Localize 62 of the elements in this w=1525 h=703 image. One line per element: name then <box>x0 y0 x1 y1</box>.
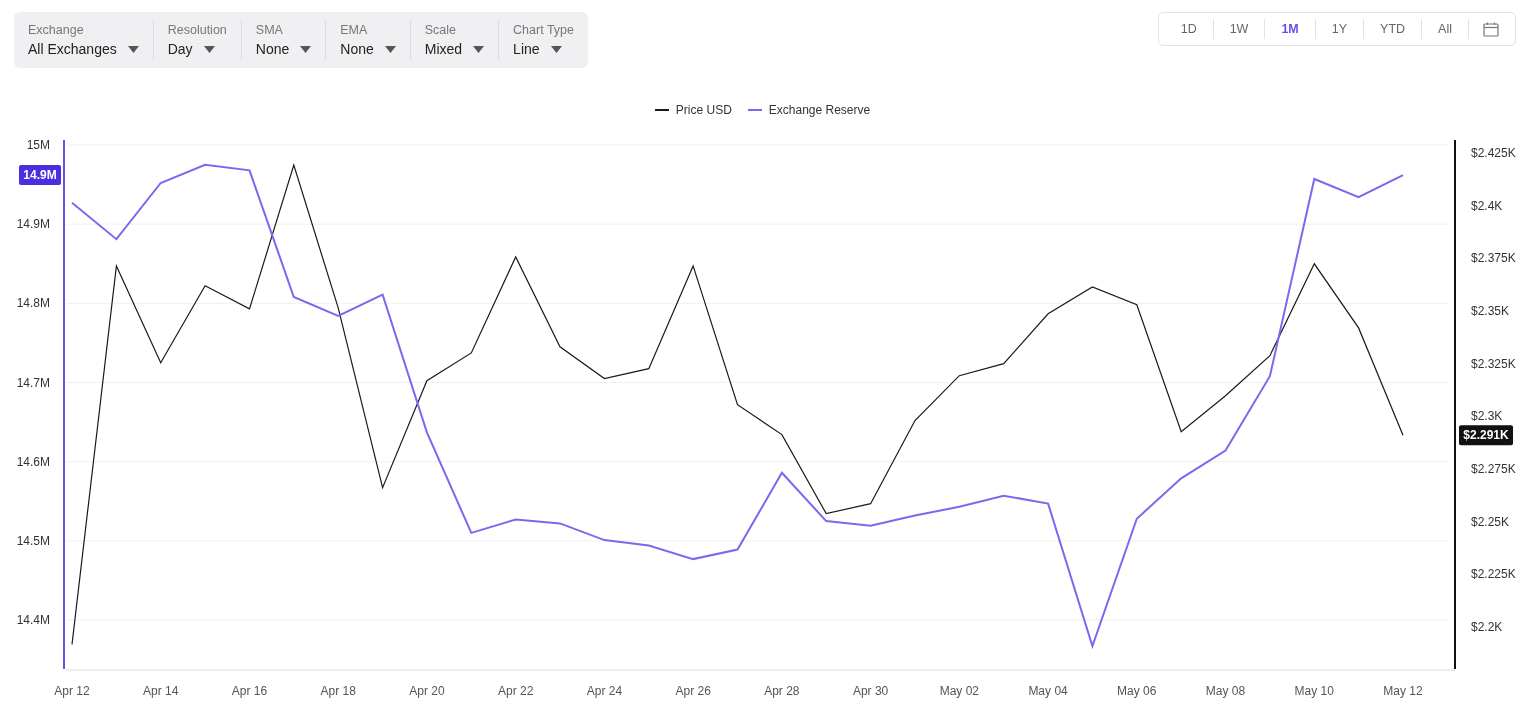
axis-label: $2.225K <box>1471 567 1516 582</box>
axis-label: Apr 16 <box>231 684 268 698</box>
axis-label: Apr 26 <box>675 684 711 698</box>
axis-label: $2.275K <box>1471 461 1516 476</box>
axis-label: 14.7M <box>16 375 50 390</box>
range-tab[interactable]: 1D <box>1164 19 1214 39</box>
axis-label: Apr 24 <box>586 684 623 698</box>
axis-label: Apr 18 <box>320 684 356 698</box>
axis-label: May 02 <box>939 684 979 698</box>
axis-label: May 10 <box>1294 684 1334 698</box>
calendar-icon <box>1483 21 1499 37</box>
dropdown[interactable]: Day <box>167 41 227 57</box>
axis-label: Apr 22 <box>498 684 534 698</box>
dropdown-caption: Scale <box>424 23 457 37</box>
axis-label: 14.6M <box>16 454 50 469</box>
axis-label: 14.8M <box>16 296 50 311</box>
axis-label: $2.425K <box>1471 146 1516 161</box>
dropdown[interactable]: All Exchanges <box>28 41 139 57</box>
range-tab[interactable]: YTD <box>1364 19 1423 39</box>
axis-label: Apr 30 <box>852 684 889 698</box>
axis-label: 14.5M <box>16 533 50 548</box>
range-tab[interactable]: 1M <box>1265 19 1316 39</box>
axis-label: $2.25K <box>1471 514 1510 529</box>
dropdown-caption: Resolution <box>167 23 227 37</box>
value-badge: $2.291K <box>1459 425 1513 446</box>
axis-label: Apr 20 <box>409 684 445 698</box>
axis-label: May 08 <box>1205 684 1246 698</box>
axis-label: $2.375K <box>1471 251 1516 266</box>
legend-item[interactable]: Exchange Reserve <box>747 102 871 118</box>
axis-label: $2.35K <box>1471 304 1510 318</box>
caret-icon <box>473 45 485 53</box>
dropdown[interactable]: None <box>340 41 396 57</box>
range-tab[interactable]: 1Y <box>1315 19 1365 39</box>
axis-label: Apr 28 <box>764 684 800 698</box>
dropdown-caption: SMA <box>255 23 284 37</box>
dropdown-caption: EMA <box>340 23 369 37</box>
dropdown[interactable]: Mixed <box>424 41 485 57</box>
dropdown-caption: Exchange <box>28 23 85 37</box>
caret-icon <box>550 45 562 53</box>
axis-label: 14.4M <box>16 613 50 627</box>
range-tab[interactable]: 1W <box>1213 19 1266 39</box>
dropdown[interactable]: Line <box>513 41 574 57</box>
range-tab[interactable]: All <box>1422 19 1469 39</box>
axis-label: $2.2K <box>1471 619 1503 634</box>
axis-label: May 04 <box>1028 684 1068 698</box>
caret-icon <box>384 45 396 53</box>
axis-label: $2.325K <box>1471 356 1516 371</box>
legend-item[interactable]: Price USD <box>654 102 732 118</box>
axis-label: May 12 <box>1383 684 1423 698</box>
axis-label: May 06 <box>1117 684 1157 698</box>
caret-icon <box>300 45 312 53</box>
dropdown-caption: Chart Type <box>513 23 574 37</box>
axis-label: 14.9M <box>16 217 50 232</box>
axis-label: 15M <box>26 138 50 152</box>
value-badge: 14.9M <box>19 165 61 186</box>
caret-icon <box>127 45 139 53</box>
axis-label: $2.3K <box>1471 409 1503 424</box>
axis-label: Apr 14 <box>143 684 179 698</box>
caret-icon <box>203 45 215 53</box>
axis-label: $2.4K <box>1471 198 1503 213</box>
dropdown[interactable]: None <box>255 41 312 57</box>
axis-label: Apr 12 <box>54 684 90 698</box>
